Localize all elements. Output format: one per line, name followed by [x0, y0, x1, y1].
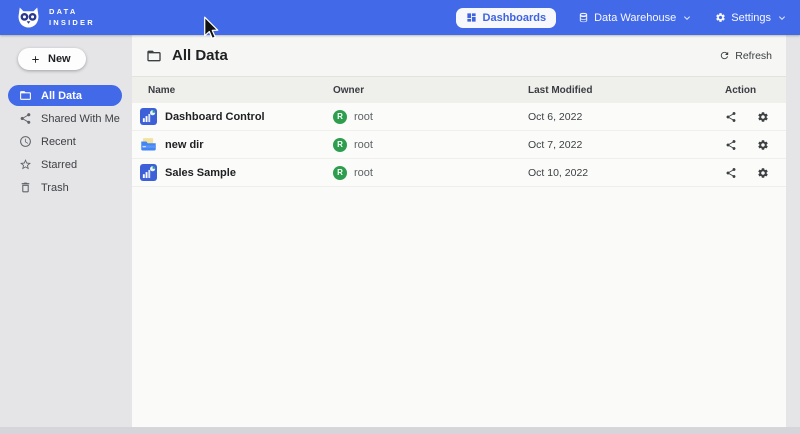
sidebar-item-starred[interactable]: Starred: [8, 154, 122, 175]
star-icon: [19, 158, 32, 171]
dashboard-file-icon: [140, 108, 157, 125]
owner-name: root: [354, 111, 373, 123]
owner-avatar: R: [333, 166, 347, 180]
page-title: All Data: [146, 47, 228, 64]
dashboard-icon: [466, 12, 477, 23]
gear-action-icon[interactable]: [757, 167, 769, 179]
last-modified-cell: Oct 6, 2022: [528, 111, 725, 123]
sidebar-nav: All Data Shared With Me Recent Starred T…: [0, 85, 130, 198]
sidebar-item-label: Recent: [41, 136, 76, 148]
chevron-down-icon: [776, 12, 788, 24]
table-header: Name Owner Last Modified Action: [132, 77, 786, 103]
content-header: All Data Refresh: [132, 35, 786, 77]
data-warehouse-label: Data Warehouse: [594, 12, 676, 24]
column-header-owner: Owner: [333, 85, 528, 96]
trash-icon: [19, 181, 32, 194]
share-action-icon[interactable]: [725, 111, 737, 123]
sidebar-item-label: Starred: [41, 159, 77, 171]
refresh-label: Refresh: [735, 50, 772, 62]
chevron-down-icon: [681, 12, 693, 24]
sidebar-item-trash[interactable]: Trash: [8, 177, 122, 198]
folder-icon: [19, 89, 32, 102]
main-content: All Data Refresh Name Owner Last Modifie…: [130, 35, 800, 427]
refresh-icon: [719, 50, 730, 61]
owner-name: root: [354, 139, 373, 151]
clock-icon: [19, 135, 32, 148]
refresh-button[interactable]: Refresh: [719, 50, 772, 62]
owner-cell: R root: [333, 166, 528, 180]
name-cell: Dashboard Control: [140, 108, 333, 125]
brand-text: DATA INSIDER: [49, 7, 95, 29]
sidebar-item-all-data[interactable]: All Data: [8, 85, 122, 106]
table-body: Dashboard Control R root Oct 6, 2022: [132, 103, 786, 427]
table-row[interactable]: new dir R root Oct 7, 2022: [132, 131, 786, 159]
sidebar-item-label: Shared With Me: [41, 113, 120, 125]
database-icon: [578, 12, 589, 23]
owner-cell: R root: [333, 138, 528, 152]
action-cell: [725, 139, 786, 151]
owl-logo-icon: [16, 6, 41, 29]
new-button-label: New: [48, 53, 71, 65]
share-icon: [19, 112, 32, 125]
table-row[interactable]: Sales Sample R root Oct 10, 2022: [132, 159, 786, 187]
dashboard-file-icon: [140, 164, 157, 181]
folder-icon: [146, 48, 162, 64]
sidebar-item-recent[interactable]: Recent: [8, 131, 122, 152]
owner-avatar: R: [333, 138, 347, 152]
dashboards-label: Dashboards: [483, 12, 547, 24]
file-name: new dir: [165, 139, 204, 151]
name-cell: Sales Sample: [140, 164, 333, 181]
share-action-icon[interactable]: [725, 167, 737, 179]
file-name: Sales Sample: [165, 167, 236, 179]
sidebar-item-label: All Data: [41, 90, 82, 102]
action-cell: [725, 111, 786, 123]
settings-label: Settings: [731, 12, 771, 24]
settings-menu[interactable]: Settings: [715, 12, 788, 24]
owner-avatar: R: [333, 110, 347, 124]
gear-action-icon[interactable]: [757, 111, 769, 123]
share-action-icon[interactable]: [725, 139, 737, 151]
name-cell: new dir: [140, 136, 333, 153]
column-header-name: Name: [148, 85, 333, 96]
new-button[interactable]: New: [18, 48, 86, 70]
window-bottom-edge: [0, 427, 800, 434]
action-cell: [725, 167, 786, 179]
page-title-text: All Data: [172, 47, 228, 64]
gear-action-icon[interactable]: [757, 139, 769, 151]
column-header-action: Action: [725, 85, 786, 96]
file-name: Dashboard Control: [165, 111, 265, 123]
sidebar-item-label: Trash: [41, 182, 69, 194]
sidebar-item-shared-with-me[interactable]: Shared With Me: [8, 108, 122, 129]
gear-icon: [715, 12, 726, 23]
table-row[interactable]: Dashboard Control R root Oct 6, 2022: [132, 103, 786, 131]
top-navigation: Dashboards Data Warehouse Settings: [456, 8, 788, 28]
owner-cell: R root: [333, 110, 528, 124]
brand: DATA INSIDER: [16, 6, 95, 29]
content-card: All Data Refresh Name Owner Last Modifie…: [132, 35, 786, 427]
plus-icon: [30, 54, 41, 65]
topbar: DATA INSIDER Dashboards Data Warehouse S…: [0, 0, 800, 35]
last-modified-cell: Oct 10, 2022: [528, 167, 725, 179]
dashboards-button[interactable]: Dashboards: [456, 8, 557, 28]
last-modified-cell: Oct 7, 2022: [528, 139, 725, 151]
directory-file-icon: [140, 136, 157, 153]
owner-name: root: [354, 167, 373, 179]
column-header-last-modified: Last Modified: [528, 85, 725, 96]
sidebar: New All Data Shared With Me Recent Starr…: [0, 35, 130, 427]
data-warehouse-menu[interactable]: Data Warehouse: [578, 12, 693, 24]
